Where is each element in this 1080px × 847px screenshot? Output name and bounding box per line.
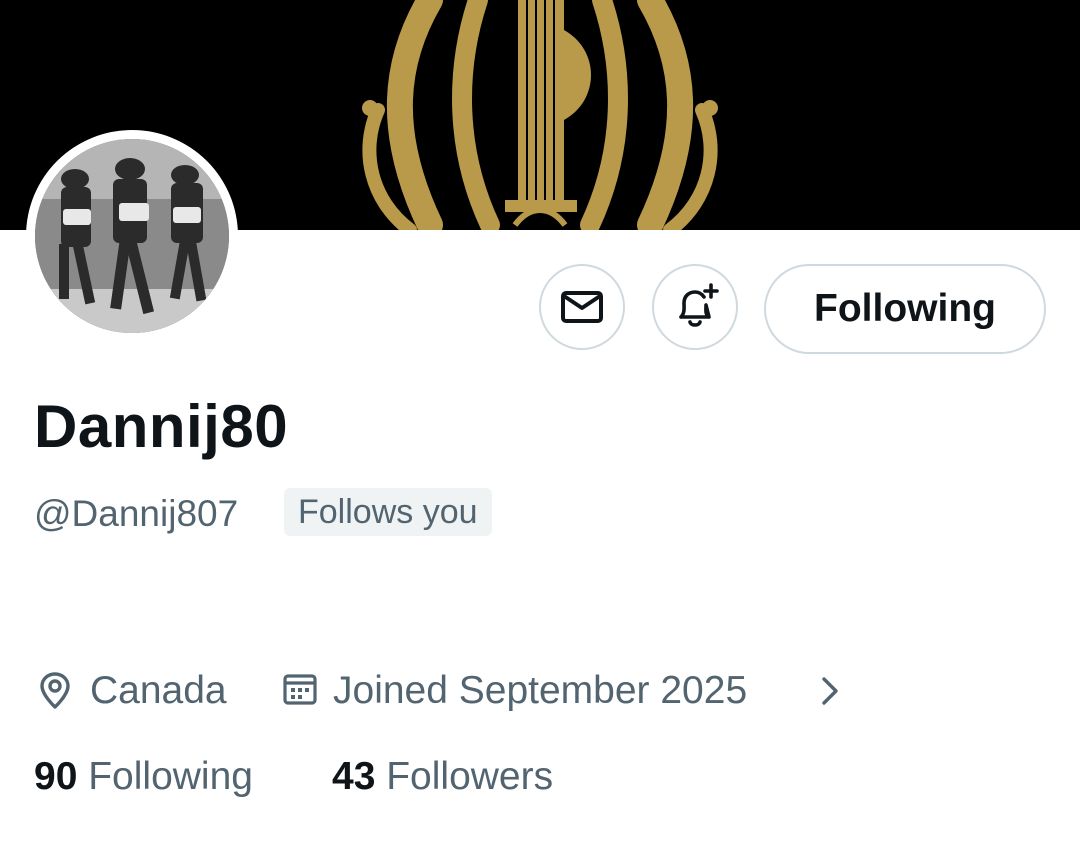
chevron-right-icon[interactable] (818, 673, 842, 709)
notifications-button[interactable] (652, 264, 738, 350)
following-count: 90 (34, 755, 78, 798)
followers-label: Followers (386, 755, 554, 798)
bell-plus-icon (679, 283, 719, 327)
followers-count-link[interactable]: 43 Followers (332, 755, 553, 799)
avatar[interactable] (35, 139, 229, 333)
message-button[interactable] (539, 264, 625, 350)
joined-date: Joined September 2025 (333, 669, 748, 712)
envelope-icon (561, 291, 603, 323)
following-count-link[interactable]: 90 Following (34, 755, 253, 799)
avatar-photo (35, 139, 229, 333)
avatar-border (26, 130, 238, 342)
display-name: Dannij80 (34, 393, 289, 460)
location-pin-icon (40, 672, 70, 709)
followers-count: 43 (332, 755, 376, 798)
follows-you-badge: Follows you (284, 488, 492, 536)
calendar-icon (283, 674, 317, 705)
location-text: Canada (90, 669, 227, 712)
following-label: Following (88, 755, 253, 798)
user-handle: @Dannij807 (34, 493, 239, 534)
following-button[interactable]: Following (764, 264, 1046, 354)
